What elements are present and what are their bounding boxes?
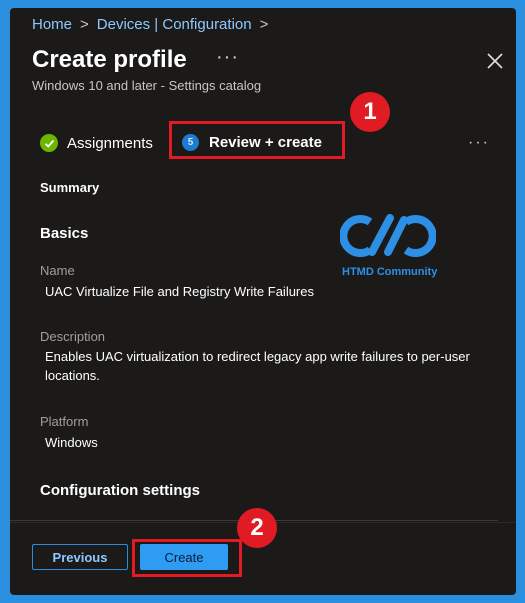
create-profile-blade: Home > Devices | Configuration > Create pro…: [10, 8, 516, 595]
description-value: Enables UAC virtualization to redirect l…: [45, 349, 470, 383]
annotation-highlight-create: [132, 539, 242, 577]
name-label: Name: [40, 263, 75, 278]
close-icon[interactable]: [486, 52, 504, 70]
breadcrumb: Home > Devices | Configuration >: [32, 16, 276, 33]
more-options-icon[interactable]: ···: [216, 46, 239, 69]
platform-value: Windows: [45, 435, 98, 450]
description-label: Description: [40, 329, 106, 344]
breadcrumb-home[interactable]: Home: [32, 16, 72, 33]
tab-assignments-label: Assignments: [67, 134, 153, 152]
breadcrumb-devices-configuration[interactable]: Devices | Configuration: [97, 16, 252, 33]
name-value: UAC Virtualize File and Registry Write F…: [45, 284, 314, 299]
configuration-settings-heading: Configuration settings: [40, 482, 200, 499]
annotation-highlight-review: [169, 121, 345, 159]
tab-assignments[interactable]: Assignments: [40, 134, 153, 152]
tabs-more-icon[interactable]: ···: [468, 134, 490, 152]
page-subtitle: Windows 10 and later - Settings catalog: [32, 78, 262, 93]
annotation-badge-2: 2: [237, 508, 277, 548]
basics-heading: Basics: [40, 225, 89, 242]
summary-heading: Summary: [40, 180, 100, 195]
page-title: Create profile: [32, 46, 187, 73]
chevron-right-icon: >: [259, 16, 269, 33]
platform-label: Platform: [40, 414, 89, 429]
htmd-community-logo-text: HTMD Community: [342, 266, 438, 278]
checkmark-icon: [40, 134, 58, 152]
annotation-badge-1: 1: [350, 92, 390, 132]
chevron-right-icon: >: [80, 16, 89, 33]
previous-button[interactable]: Previous: [32, 544, 128, 570]
